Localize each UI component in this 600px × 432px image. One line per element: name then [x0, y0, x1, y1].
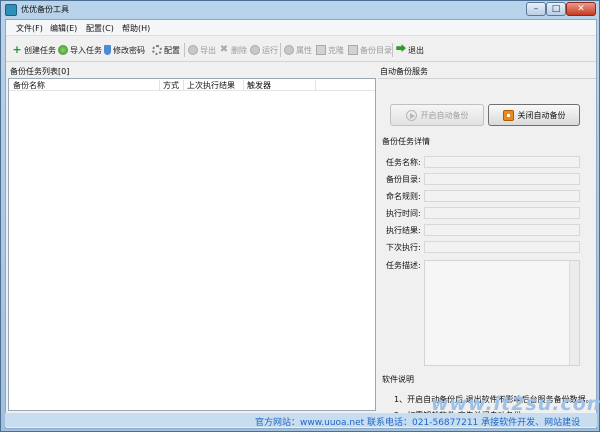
menu-help[interactable]: 帮助(H) — [122, 23, 150, 34]
task-list-panel: 备份任务列表[0] 备份名称 方式 上次执行结果 触发器 — [6, 64, 376, 428]
column-trigger[interactable]: 触发器 — [247, 80, 271, 91]
column-divider — [159, 80, 160, 90]
task-list-title: 备份任务列表[0] — [10, 67, 70, 76]
footer-contact: 官方网站：www.uuoa.net 联系电话：021-56877211 承接软件… — [255, 418, 581, 428]
change-password-label: 修改密码 — [113, 45, 145, 55]
create-task-label: 创建任务 — [24, 45, 56, 55]
window-title: 优优备份工具 — [21, 5, 69, 14]
stop-auto-backup-label: 关闭自动备份 — [517, 110, 566, 120]
column-last-result[interactable]: 上次执行结果 — [187, 80, 235, 91]
field-exec-time-label: 执行时间: — [386, 209, 421, 218]
clone-button[interactable]: 克隆 — [316, 43, 344, 57]
field-backup-dir-value — [424, 173, 580, 185]
menu-bar: 文件(F) 编辑(E) 配置(C) 帮助(H) — [6, 20, 596, 36]
menu-edit[interactable]: 编辑(E) — [50, 23, 77, 34]
import-icon — [58, 45, 68, 55]
details-title: 备份任务详情 — [382, 137, 430, 146]
maximize-button[interactable]: □ — [546, 2, 566, 16]
export-button[interactable]: 导出 — [188, 43, 216, 57]
task-list-header: 备份名称 方式 上次执行结果 触发器 — [9, 79, 375, 91]
key-icon — [104, 45, 111, 55]
config-button[interactable]: 配置 — [152, 43, 180, 57]
change-password-button[interactable]: 修改密码 — [104, 43, 145, 57]
backup-dir-label: 备份目录 — [360, 45, 392, 55]
footer-bar: 官方网站：www.uuoa.net 联系电话：021-56877211 承接软件… — [5, 413, 597, 428]
play-icon — [405, 109, 417, 121]
field-exec-time-value — [424, 207, 580, 219]
create-task-button[interactable]: + 创建任务 — [12, 43, 56, 57]
menu-file[interactable]: 文件(F) — [16, 23, 43, 34]
watermark: www.it2su.com — [431, 393, 600, 415]
field-task-name-value — [424, 156, 580, 168]
service-title: 自动备份服务 — [380, 67, 428, 76]
field-next-run-value — [424, 241, 580, 253]
title-bar[interactable]: 优优备份工具 – □ ✕ — [1, 1, 599, 19]
run-icon — [250, 45, 260, 55]
field-backup-dir-label: 备份目录: — [386, 175, 421, 184]
gear-icon — [152, 45, 162, 55]
run-button[interactable]: 运行 — [250, 43, 278, 57]
right-panel: 自动备份服务 开启自动备份 关闭自动备份 备份任务详情 任务名称: 备份目录: … — [378, 64, 596, 428]
field-next-run-label: 下次执行: — [386, 243, 421, 252]
field-description-label: 任务描述: — [386, 261, 421, 270]
exit-label: 退出 — [408, 45, 424, 55]
export-label: 导出 — [200, 45, 216, 55]
close-button[interactable]: ✕ — [566, 2, 596, 16]
description-textarea[interactable] — [424, 260, 580, 366]
properties-label: 属性 — [296, 45, 312, 55]
column-backup-name[interactable]: 备份名称 — [13, 80, 45, 91]
config-label: 配置 — [164, 45, 180, 55]
delete-label: 删除 — [231, 45, 247, 55]
client-area: 文件(F) 编辑(E) 配置(C) 帮助(H) + 创建任务 导入任务 修改密码… — [5, 19, 597, 429]
column-method[interactable]: 方式 — [163, 80, 179, 91]
toolbar: + 创建任务 导入任务 修改密码 配置 导出 ✖ 删除 运行 属性 克隆 备份目… — [6, 38, 596, 62]
notes-title: 软件说明 — [382, 375, 414, 384]
stop-auto-backup-button[interactable]: 关闭自动备份 — [488, 104, 580, 126]
service-divider — [378, 78, 596, 79]
app-window: 优优备份工具 – □ ✕ 文件(F) 编辑(E) 配置(C) 帮助(H) + 创… — [0, 0, 600, 432]
description-scrollbar[interactable] — [569, 261, 579, 365]
toolbar-separator — [184, 43, 185, 57]
field-exec-result-value — [424, 224, 580, 236]
delete-icon: ✖ — [219, 44, 229, 55]
export-icon — [188, 45, 198, 55]
exit-button[interactable]: ⮕ 退出 — [396, 43, 424, 57]
field-naming-rule-label: 命名规则: — [386, 192, 421, 201]
import-task-button[interactable]: 导入任务 — [58, 43, 102, 57]
field-task-name-label: 任务名称: — [386, 158, 421, 167]
clone-icon — [316, 45, 326, 55]
field-naming-rule-value — [424, 190, 580, 202]
exit-icon: ⮕ — [396, 44, 406, 55]
field-exec-result-label: 执行结果: — [386, 226, 421, 235]
delete-button[interactable]: ✖ 删除 — [219, 43, 247, 57]
toolbar-separator — [392, 43, 393, 57]
properties-button[interactable]: 属性 — [284, 43, 312, 57]
start-auto-backup-label: 开启自动备份 — [420, 110, 469, 120]
backup-dir-button[interactable]: 备份目录 — [348, 43, 392, 57]
stop-icon — [502, 109, 514, 121]
plus-icon: + — [12, 43, 22, 56]
app-icon — [5, 4, 17, 16]
column-divider — [243, 80, 244, 90]
toolbar-separator — [280, 43, 281, 57]
column-divider — [315, 80, 316, 90]
menu-config[interactable]: 配置(C) — [86, 23, 114, 34]
column-divider — [183, 80, 184, 90]
task-list[interactable]: 备份名称 方式 上次执行结果 触发器 — [8, 78, 376, 411]
properties-icon — [284, 45, 294, 55]
minimize-button[interactable]: – — [526, 2, 546, 16]
import-task-label: 导入任务 — [70, 45, 102, 55]
folder-icon — [348, 45, 358, 55]
start-auto-backup-button[interactable]: 开启自动备份 — [390, 104, 484, 126]
clone-label: 克隆 — [328, 45, 344, 55]
run-label: 运行 — [262, 45, 278, 55]
